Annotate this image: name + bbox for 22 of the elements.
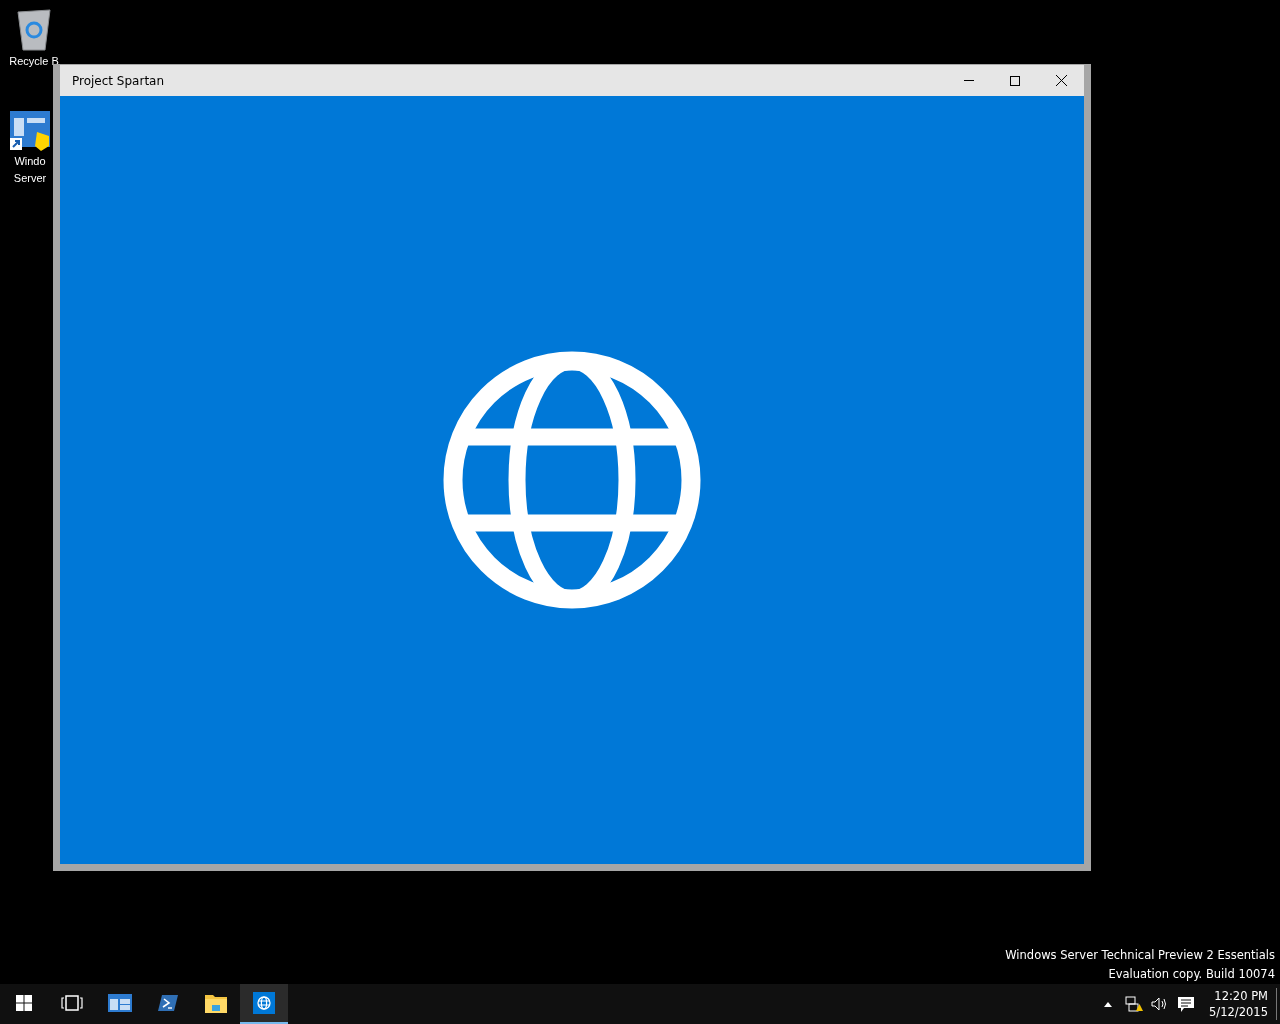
server-dashboard-icon <box>9 110 51 152</box>
desktop-icon-label: Server <box>13 171 47 186</box>
powershell-icon <box>158 994 178 1012</box>
close-icon <box>1055 75 1067 86</box>
minimize-icon <box>964 80 974 81</box>
recycle-bin-icon <box>14 8 54 52</box>
globe-icon <box>253 992 275 1014</box>
edition-notice: Evaluation copy. Build 10074 <box>1108 966 1275 983</box>
caret-up-icon <box>1104 1001 1113 1007</box>
window-title: Project Spartan <box>72 73 166 88</box>
maximize-icon <box>1010 75 1020 86</box>
windows-logo-icon <box>16 995 32 1011</box>
desktop-icon-label: Windo <box>14 154 46 169</box>
edition-notice: Windows Server Technical Preview 2 Essentials <box>1005 947 1275 964</box>
task-view-icon <box>61 995 83 1011</box>
folder-icon <box>205 993 227 1013</box>
globe-icon <box>443 351 701 609</box>
clock[interactable]: 12:20 PM 5/12/2015 <box>1199 984 1276 1024</box>
dashboard-window-icon <box>108 994 132 1012</box>
network-warning-icon <box>1125 996 1144 1012</box>
notification-icon <box>1178 996 1195 1012</box>
taskbar-app-button[interactable] <box>240 984 288 1024</box>
